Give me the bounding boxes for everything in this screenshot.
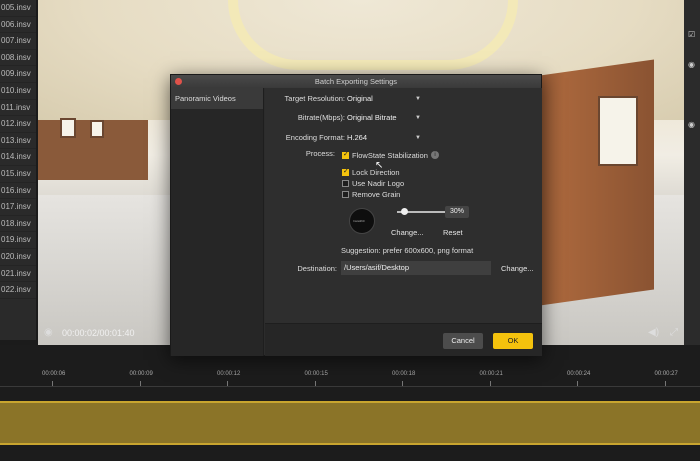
file-list-item[interactable]: 010.insv — [0, 83, 36, 100]
preview-time: 00:00:02/00:01:40 — [62, 328, 135, 338]
fullscreen-icon[interactable]: ⤢ — [670, 327, 678, 338]
destination-label: Destination: — [297, 264, 337, 273]
timeline-tick-label: 00:00:15 — [304, 371, 328, 377]
file-list-item[interactable]: 007.insv — [0, 33, 36, 50]
file-list-item[interactable]: 021.insv — [0, 266, 36, 283]
window-scene — [90, 120, 104, 138]
timeline-tick-label: 00:00:09 — [129, 371, 153, 377]
info-icon[interactable]: i — [431, 151, 439, 159]
stabilize-icon[interactable]: ◉ — [44, 327, 53, 338]
file-list-item[interactable]: 016.insv — [0, 183, 36, 200]
target-resolution-select[interactable]: Original — [347, 94, 373, 103]
bitrate-select[interactable]: Original Bitrate — [347, 113, 397, 122]
nadir-logo-preview: Insta360 — [349, 208, 375, 234]
chevron-down-icon[interactable]: ▼ — [415, 96, 421, 102]
arch-scene — [228, 0, 518, 70]
cancel-button[interactable]: Cancel — [443, 333, 483, 349]
lock-direction-checkbox[interactable] — [342, 167, 349, 176]
timeline-tick — [402, 381, 403, 386]
remove-grain-label: Remove Grain — [352, 190, 401, 199]
timeline-tick — [227, 381, 228, 386]
batch-export-dialog: Batch Exporting Settings Panoramic Video… — [170, 74, 542, 356]
volume-icon[interactable]: ◀) — [648, 327, 659, 338]
timeline-tick — [577, 381, 578, 386]
file-list: 005.insv 006.insv 007.insv 008.insv 009.insv… — [0, 0, 36, 340]
timeline-tick-label: 00:00:18 — [392, 371, 416, 377]
file-list-item[interactable]: 005.insv — [0, 0, 36, 17]
timeline-tick — [139, 381, 141, 386]
remove-grain-checkbox[interactable] — [342, 191, 349, 198]
logo-size-value[interactable]: 30% — [445, 206, 469, 218]
dialog-main: Target Resolution: Original ▼ Bitrate(Mb… — [265, 88, 542, 356]
ok-button[interactable]: OK — [493, 333, 533, 349]
nadir-logo-label: Use Nadir Logo — [352, 179, 405, 188]
timeline-tick — [664, 381, 666, 386]
process-label: Process: — [305, 149, 335, 158]
file-list-item[interactable]: 008.insv — [0, 50, 36, 67]
encoding-format-select[interactable]: H.264 — [347, 133, 367, 142]
flowstate-label: FlowState Stabilization — [352, 151, 428, 160]
file-list-item[interactable]: 017.insv — [0, 199, 36, 216]
destination-change-button[interactable]: Change... — [501, 264, 534, 273]
file-list-item[interactable]: 013.insv — [0, 133, 36, 150]
inspector-radio[interactable]: ◉ — [688, 60, 695, 69]
inspector-checkbox[interactable]: ☑ — [688, 30, 695, 39]
timeline-tick-label: 00:00:21 — [479, 371, 503, 377]
mouse-cursor-icon: ↖ — [375, 160, 384, 171]
suggestion-text: Suggestion: prefer 600x600, png format — [341, 246, 474, 255]
inspector-panel: ☑ ◉ ◉ — [684, 0, 700, 345]
file-list-item[interactable]: 015.insv — [0, 166, 36, 183]
timeline-tick — [314, 381, 316, 386]
dialog-sidebar: Panoramic Videos — [171, 88, 264, 356]
timeline-tick-label: 00:00:27 — [654, 371, 678, 377]
file-list-item[interactable]: 014.insv — [0, 149, 36, 166]
file-list-item[interactable]: 006.insv — [0, 17, 36, 34]
file-list-item[interactable]: 019.insv — [0, 232, 36, 249]
nadir-logo-checkbox[interactable] — [342, 180, 349, 187]
close-icon[interactable] — [175, 78, 182, 85]
sidebar-item-panoramic-videos[interactable]: Panoramic Videos — [171, 88, 263, 109]
timeline-tick-label: 00:00:06 — [42, 371, 66, 377]
file-list-item[interactable]: 011.insv — [0, 100, 36, 117]
chevron-down-icon[interactable]: ▼ — [415, 115, 421, 121]
target-resolution-label: Target Resolution: — [284, 94, 345, 103]
file-list-item[interactable]: 009.insv — [0, 66, 36, 83]
window-scene — [60, 118, 76, 138]
file-list-item[interactable]: 012.insv — [0, 116, 36, 133]
dialog-title: Batch Exporting Settings — [314, 77, 398, 86]
timeline-tick-label: 00:00:24 — [567, 371, 591, 377]
logo-text: Insta360 — [353, 219, 365, 223]
window-scene — [598, 96, 638, 166]
chevron-down-icon[interactable]: ▼ — [415, 135, 421, 141]
logo-reset-button[interactable]: Reset — [443, 228, 463, 237]
file-list-item[interactable]: 020.insv — [0, 249, 36, 266]
flowstate-checkbox[interactable] — [342, 150, 349, 159]
timeline-tick — [52, 381, 53, 386]
timeline-tick-label: 00:00:12 — [217, 371, 241, 377]
file-list-item[interactable]: 018.insv — [0, 216, 36, 233]
dialog-titlebar: Batch Exporting Settings — [171, 75, 541, 88]
timeline[interactable]: 00:00:06 00:00:09 00:00:12 00:00:15 00:00:18… — [0, 345, 700, 461]
file-list-item[interactable]: 022.insv — [0, 282, 36, 299]
logo-size-knob[interactable] — [401, 208, 408, 215]
timeline-tick — [489, 381, 491, 386]
dialog-footer: Cancel OK — [265, 323, 542, 356]
logo-change-button[interactable]: Change... — [391, 228, 424, 237]
destination-field[interactable]: /Users/asif/Desktop — [341, 261, 491, 275]
bitrate-label: Bitrate(Mbps): — [297, 113, 345, 122]
inspector-radio[interactable]: ◉ — [688, 120, 695, 129]
timeline-ruler: 00:00:06 00:00:09 00:00:12 00:00:15 00:00:18… — [0, 367, 700, 387]
encoding-format-label: Encoding Format: — [285, 133, 345, 142]
video-track[interactable] — [0, 401, 700, 445]
